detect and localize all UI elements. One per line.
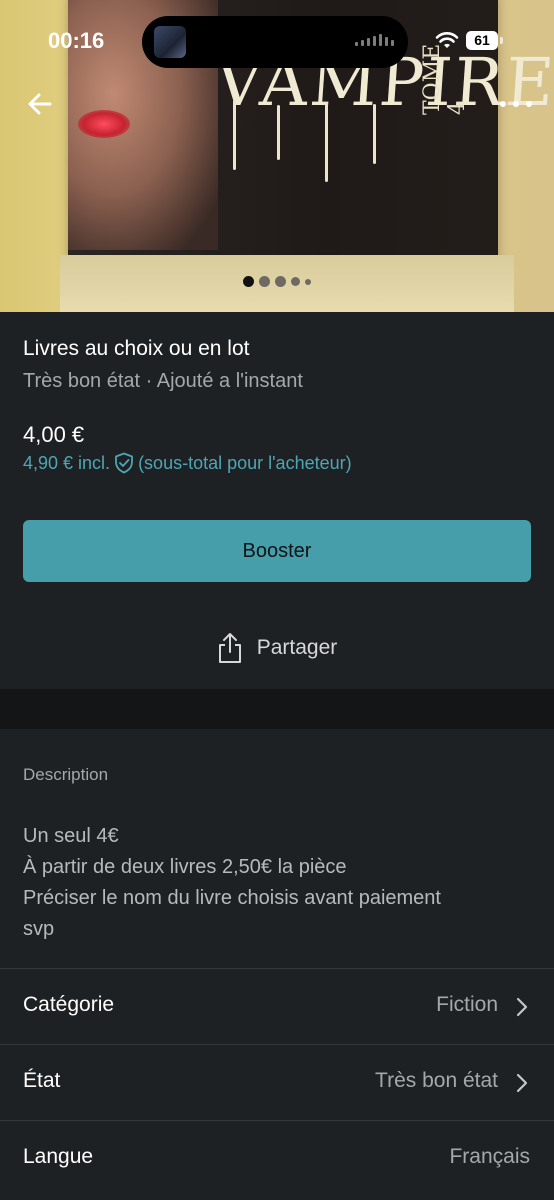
detail-row-condition[interactable]: État Très bon état [0, 1044, 554, 1121]
category-value: Fiction [436, 993, 498, 1016]
status-time: 00:16 [48, 28, 105, 53]
chevron-right-icon [516, 1073, 528, 1093]
condition-value: Très bon état [375, 1069, 498, 1092]
more-icon[interactable] [496, 96, 536, 112]
price-incl-note: (sous-total pour l'acheteur) [138, 452, 352, 473]
condition-label: État [23, 1069, 61, 1092]
description-text: Un seul 4€ À partir de deux livres 2,50€… [23, 821, 533, 945]
carousel-dot[interactable] [275, 276, 286, 287]
boost-button[interactable]: Booster [23, 520, 531, 582]
now-playing-thumbnail [154, 26, 186, 58]
battery-tip [500, 37, 503, 44]
section-divider [0, 689, 554, 729]
chevron-right-icon [516, 997, 528, 1017]
audio-wave-icon [355, 34, 394, 46]
price-incl-text: 4,90 € incl. [23, 452, 111, 473]
description-label: Description [23, 765, 109, 784]
description-line: Un seul 4€ [23, 825, 119, 847]
drip-line [325, 102, 328, 182]
share-button[interactable]: Partager [0, 628, 554, 668]
item-condition-date: Très bon état · Ajouté a l'instant [23, 370, 303, 392]
language-label: Langue [23, 1145, 94, 1168]
description-line: svp [23, 918, 55, 940]
detail-row-category[interactable]: Catégorie Fiction [0, 968, 554, 1045]
wifi-icon [435, 32, 459, 48]
category-label: Catégorie [23, 993, 115, 1016]
carousel-indicator [0, 276, 554, 287]
drip-line [277, 105, 280, 160]
carousel-dot[interactable] [291, 277, 300, 286]
cover-lips-artwork [78, 110, 130, 138]
dynamic-island[interactable] [142, 16, 408, 68]
drip-line [233, 100, 236, 170]
item-price: 4,00 € [23, 422, 85, 447]
cover-subtitle: TOME 4 [420, 43, 470, 115]
battery-icon: 61 [466, 31, 498, 50]
share-icon [218, 633, 241, 663]
back-arrow-icon[interactable] [24, 88, 56, 120]
item-title: Livres au choix ou en lot [23, 337, 250, 360]
buyer-price-info[interactable]: 4,90 € incl. (sous-total pour l'acheteur… [23, 452, 352, 474]
description-line: Préciser le nom du livre choisis avant p… [23, 887, 441, 909]
detail-row-language: Langue Français [0, 1120, 554, 1197]
shield-check-icon [115, 452, 133, 474]
carousel-dot[interactable] [243, 276, 254, 287]
drip-line [373, 104, 376, 164]
carousel-dot[interactable] [259, 276, 270, 287]
carousel-dot[interactable] [305, 278, 311, 285]
language-value: Français [449, 1145, 530, 1168]
share-label: Partager [256, 636, 338, 659]
description-line: À partir de deux livres 2,50€ la pièce [23, 856, 347, 878]
